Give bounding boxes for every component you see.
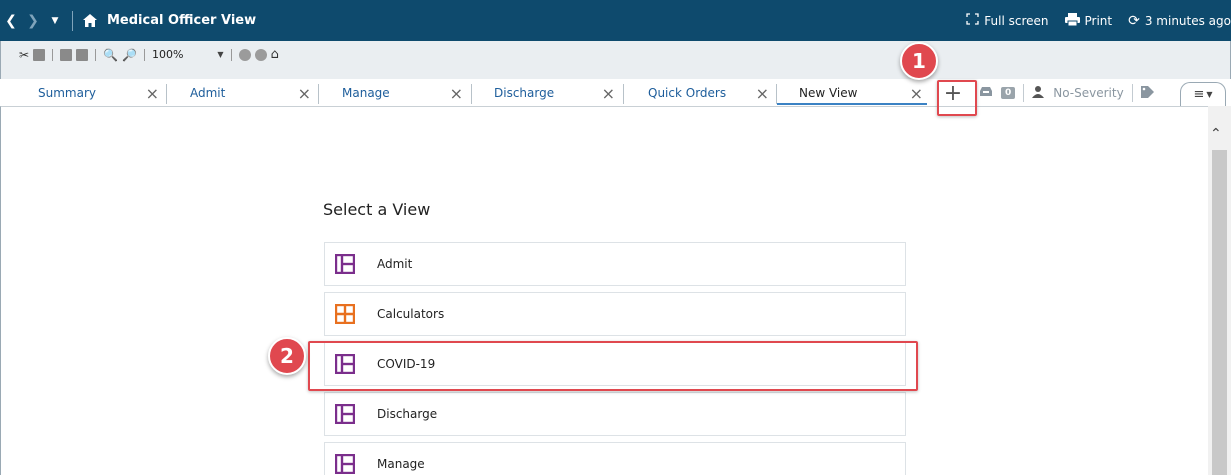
refresh-label: 3 minutes ago [1144,13,1231,28]
tab-divider [471,84,472,104]
separator [95,48,97,61]
view-item-label: Manage [377,457,425,471]
back-icon[interactable]: ❮ [0,0,22,41]
toolbar: ✂ 🔍 🔎 100% ▼ ⌂ [0,41,1231,79]
separator [230,48,232,61]
home-icon[interactable] [79,0,101,41]
tab-manage[interactable]: Manage × [342,82,467,105]
view-item-calculators[interactable]: Calculators [324,292,906,336]
separator [72,10,73,31]
tab-label: Manage [342,86,390,100]
circle-icon[interactable] [238,48,251,61]
tab-label: Admit [190,86,226,100]
tab-divider [623,84,624,104]
close-icon[interactable]: × [298,82,311,105]
tab-label: Discharge [494,86,555,100]
callout-highlight-add-tab [937,80,977,116]
chevron-down-icon: ▼ [1206,90,1213,99]
person-icon [1032,85,1045,101]
window-title: Medical Officer View [107,13,257,28]
view-item-label: Admit [377,257,413,271]
view-item-label: Discharge [377,407,438,421]
tab-label: New View [799,86,858,100]
layout-icon [335,254,355,274]
separator [52,48,54,61]
history-dropdown-icon[interactable]: ▼ [44,0,66,41]
callout-badge: 1 [900,42,938,80]
grid-icon [335,304,355,324]
close-icon[interactable]: × [910,82,923,105]
callout-badge: 2 [268,337,306,375]
tab-label: Quick Orders [648,86,727,100]
view-item-admit[interactable]: Admit [324,242,906,286]
tab-summary[interactable]: Summary × [38,82,163,105]
hamburger-icon: ≡ [1193,87,1205,102]
close-icon[interactable]: × [146,82,159,105]
close-icon[interactable]: × [450,82,463,105]
tab-discharge[interactable]: Discharge × [494,82,619,105]
separator [143,48,145,61]
binoculars-icon[interactable]: ✂ [19,48,29,62]
view-item-manage[interactable]: Manage [324,442,906,475]
zoom-dropdown-icon[interactable]: ▼ [217,50,223,59]
tab-admit[interactable]: Admit × [190,82,315,105]
refresh-icon: ⟳ [1128,12,1140,29]
separator [1131,84,1133,102]
house-icon[interactable]: ⌂ [271,47,279,62]
page-title: Select a View [323,200,431,219]
print-button[interactable]: Print [1064,12,1113,29]
fullscreen-label: Full screen [984,13,1049,28]
scroll-up-icon[interactable]: ⌃ [1210,126,1222,142]
inbox-icon[interactable] [979,86,993,100]
tag-icon[interactable] [1140,85,1154,101]
layout-icon [335,404,355,424]
view-item-label: Calculators [377,307,445,321]
fullscreen-icon [966,13,979,28]
copy-document-icon[interactable] [76,48,89,61]
tab-quick-orders[interactable]: Quick Orders × [648,82,773,105]
separator [1023,84,1025,102]
circle-icon[interactable] [254,48,267,61]
fullscreen-button[interactable]: Full screen [966,13,1049,28]
view-menu-button[interactable]: ≡ ▼ [1180,82,1226,106]
print-document-icon[interactable] [60,48,73,61]
tab-divider [318,84,319,104]
zoom-in-icon[interactable]: 🔎 [122,48,137,62]
forward-icon[interactable]: ❯ [22,0,44,41]
print-label: Print [1084,13,1113,28]
zoom-out-icon[interactable]: 🔍 [103,48,118,62]
tab-divider [166,84,167,104]
scroll-thumb[interactable] [1212,150,1227,475]
callout-highlight-covid [308,341,918,391]
count-badge: 0 [1001,87,1016,99]
close-icon[interactable]: × [602,82,615,105]
layout-icon [335,454,355,474]
printer-icon [1064,12,1080,29]
title-bar: ❮ ❯ ▼ Medical Officer View Full screen P… [0,0,1231,41]
zoom-level[interactable]: 100% [152,48,183,61]
close-icon[interactable]: × [756,82,769,105]
view-item-discharge[interactable]: Discharge [324,392,906,436]
tab-label: Summary [38,86,96,100]
tab-new-view[interactable]: New View × [777,82,927,105]
refresh-button[interactable]: ⟳ 3 minutes ago [1128,13,1231,29]
document-icon[interactable] [33,48,46,61]
severity-label[interactable]: No-Severity [1053,86,1123,100]
